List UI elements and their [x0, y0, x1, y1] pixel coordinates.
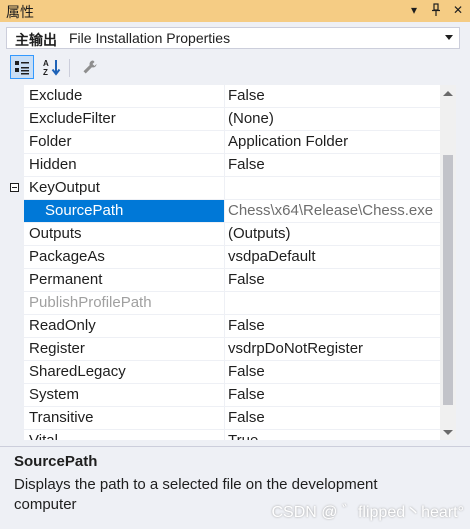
- toolbar-separator: [69, 59, 70, 77]
- selector-object-type: File Installation Properties: [69, 30, 231, 46]
- property-value[interactable]: False: [225, 384, 440, 407]
- scrollbar-thumb[interactable]: [443, 155, 453, 405]
- watermark: CSDN @ ゛flipped丶heart°: [271, 504, 465, 521]
- property-name: Outputs: [24, 223, 224, 246]
- property-row-system[interactable]: System False: [6, 384, 440, 407]
- property-name: Vital: [24, 430, 224, 440]
- wrench-icon: [83, 60, 97, 74]
- row-gutter: [6, 384, 24, 407]
- row-gutter: [6, 338, 24, 361]
- property-row-exclude[interactable]: Exclude False: [6, 85, 440, 108]
- property-row-register[interactable]: Register vsdrpDoNotRegister: [6, 338, 440, 361]
- svg-text:A: A: [43, 59, 49, 68]
- property-grid: Exclude False ExcludeFilter (None) Folde…: [6, 85, 440, 440]
- property-value[interactable]: (None): [225, 108, 440, 131]
- title-bar: 属性 ▾ ✕: [0, 0, 470, 22]
- property-row-vital[interactable]: Vital True: [6, 430, 440, 440]
- property-row-sourcepath[interactable]: SourcePath Chess\x64\Release\Chess.exe: [6, 200, 440, 223]
- row-gutter: [6, 246, 24, 269]
- row-gutter: [6, 269, 24, 292]
- row-gutter: [6, 154, 24, 177]
- property-pages-button[interactable]: [78, 55, 102, 79]
- property-value[interactable]: False: [225, 361, 440, 384]
- chevron-down-icon[interactable]: [445, 35, 453, 40]
- properties-window: 属性 ▾ ✕ 主输出 File Installation Properties …: [0, 0, 470, 529]
- categorized-button[interactable]: [10, 55, 34, 79]
- row-gutter: [6, 200, 24, 223]
- property-row-outputs[interactable]: Outputs (Outputs): [6, 223, 440, 246]
- selector-object-name: 主输出: [15, 32, 57, 48]
- property-name: SourcePath: [24, 200, 224, 223]
- row-gutter: [6, 85, 24, 108]
- window-title: 属性: [6, 4, 34, 20]
- row-gutter: [6, 407, 24, 430]
- property-name: Exclude: [24, 85, 224, 108]
- pin-icon[interactable]: [428, 1, 444, 19]
- close-icon[interactable]: ✕: [450, 1, 466, 19]
- collapse-icon[interactable]: [10, 183, 19, 192]
- property-name: ExcludeFilter: [24, 108, 224, 131]
- vertical-scrollbar[interactable]: [440, 85, 456, 440]
- title-controls: ▾ ✕: [406, 1, 466, 19]
- property-name: Folder: [24, 131, 224, 154]
- property-row-folder[interactable]: Folder Application Folder: [6, 131, 440, 154]
- property-name: PackageAs: [24, 246, 224, 269]
- property-name: KeyOutput: [24, 177, 224, 200]
- scroll-up-button[interactable]: [440, 85, 456, 101]
- property-row-packageas[interactable]: PackageAs vsdpaDefault: [6, 246, 440, 269]
- property-name: System: [24, 384, 224, 407]
- property-row-keyoutput[interactable]: KeyOutput: [6, 177, 440, 200]
- row-gutter: [6, 223, 24, 246]
- property-value[interactable]: vsdpaDefault: [225, 246, 440, 269]
- svg-text:Z: Z: [43, 68, 48, 76]
- property-name: PublishProfilePath: [24, 292, 224, 315]
- property-value[interactable]: Application Folder: [225, 131, 440, 154]
- property-name: SharedLegacy: [24, 361, 224, 384]
- property-name: Permanent: [24, 269, 224, 292]
- row-gutter: [6, 177, 24, 200]
- object-selector[interactable]: 主输出 File Installation Properties: [6, 27, 460, 49]
- property-value: [225, 177, 440, 200]
- property-row-sharedlegacy[interactable]: SharedLegacy False: [6, 361, 440, 384]
- property-value[interactable]: vsdrpDoNotRegister: [225, 338, 440, 361]
- row-gutter: [6, 292, 24, 315]
- property-value[interactable]: False: [225, 85, 440, 108]
- row-gutter: [6, 361, 24, 384]
- description-title: SourcePath: [14, 453, 98, 470]
- properties-toolbar: AZ: [0, 53, 470, 83]
- property-row-hidden[interactable]: Hidden False: [6, 154, 440, 177]
- row-gutter: [6, 131, 24, 154]
- property-value[interactable]: False: [225, 154, 440, 177]
- property-value[interactable]: False: [225, 269, 440, 292]
- property-name: Hidden: [24, 154, 224, 177]
- row-gutter: [6, 430, 24, 440]
- dropdown-icon[interactable]: ▾: [406, 1, 422, 19]
- row-gutter: [6, 108, 24, 131]
- property-row-transitive[interactable]: Transitive False: [6, 407, 440, 430]
- property-row-readonly[interactable]: ReadOnly False: [6, 315, 440, 338]
- arrow-up-icon: [443, 90, 453, 96]
- property-name: Register: [24, 338, 224, 361]
- property-row-permanent[interactable]: Permanent False: [6, 269, 440, 292]
- property-value[interactable]: (Outputs): [225, 223, 440, 246]
- property-value[interactable]: True: [225, 430, 440, 440]
- property-value: [225, 292, 440, 315]
- row-gutter: [6, 315, 24, 338]
- categorized-icon: [15, 61, 29, 75]
- arrow-down-icon: [443, 429, 453, 435]
- property-value[interactable]: Chess\x64\Release\Chess.exe: [225, 200, 440, 223]
- sort-alpha-icon: AZ: [43, 59, 61, 76]
- property-name: ReadOnly: [24, 315, 224, 338]
- property-value[interactable]: False: [225, 315, 440, 338]
- description-panel: SourcePath Displays the path to a select…: [0, 446, 470, 529]
- property-name: Transitive: [24, 407, 224, 430]
- property-value[interactable]: False: [225, 407, 440, 430]
- scroll-down-button[interactable]: [440, 424, 456, 440]
- property-row-publishprofilepath[interactable]: PublishProfilePath: [6, 292, 440, 315]
- property-row-excludefilter[interactable]: ExcludeFilter (None): [6, 108, 440, 131]
- alphabetical-button[interactable]: AZ: [40, 55, 64, 79]
